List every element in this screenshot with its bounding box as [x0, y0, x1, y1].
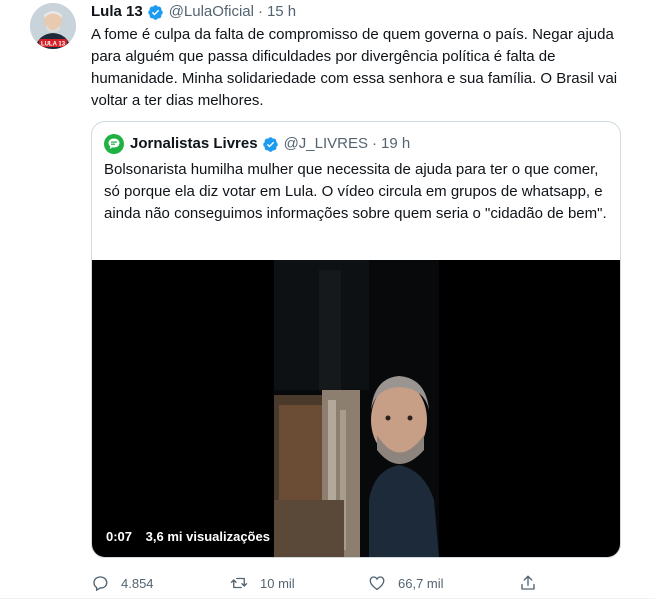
video-elapsed-time: 0:07	[106, 529, 133, 544]
quoted-author-handle[interactable]: @J_LIVRES	[284, 134, 368, 154]
like-button[interactable]: 66,7 mil	[368, 572, 444, 594]
quoted-separator-dot: ·	[372, 135, 378, 152]
heart-icon	[369, 576, 385, 591]
video-frame	[274, 260, 439, 557]
share-icon	[521, 575, 535, 590]
quoted-tweet-time[interactable]: 19 h	[381, 134, 410, 154]
tweet[interactable]: LULA 13 Lula 13 @LulaOficial · 15 h A fo…	[0, 0, 655, 599]
quoted-verified-badge-icon	[262, 136, 278, 152]
retweet-count: 10 mil	[260, 575, 295, 591]
tweet-time[interactable]: 15 h	[267, 2, 296, 22]
retweet-button[interactable]: 10 mil	[230, 572, 295, 594]
avatar-photo: LULA 13	[30, 3, 76, 49]
reply-icon	[93, 576, 108, 592]
author-avatar[interactable]: LULA 13	[30, 3, 76, 49]
quoted-author-name[interactable]: Jornalistas Livres	[130, 134, 258, 154]
video-info: 0:07 3,6 mi visualizações	[106, 529, 270, 544]
like-count: 66,7 mil	[398, 575, 444, 591]
tweet-text: A fome é culpa da falta de compromisso d…	[91, 26, 618, 109]
retweet-icon	[230, 577, 248, 589]
speech-bubble-icon	[108, 138, 120, 149]
avatar-badge-text: LULA 13	[41, 42, 66, 48]
author-name[interactable]: Lula 13	[91, 2, 143, 22]
quoted-tweet-text: Bolsonarista humilha mulher que necessit…	[104, 161, 607, 222]
video-thumbnail	[274, 260, 439, 557]
verified-badge-icon	[147, 4, 163, 20]
author-handle[interactable]: @LulaOficial	[169, 2, 254, 22]
quoted-author-avatar[interactable]	[104, 134, 124, 154]
quoted-tweet[interactable]: Jornalistas Livres @J_LIVRES · 19 h Bols…	[91, 121, 621, 558]
share-button[interactable]	[519, 572, 549, 594]
reply-button[interactable]: 4.854	[91, 572, 154, 594]
tweet-actions: 4.854 10 mil 66,7 mil	[91, 572, 551, 594]
video-view-count: 3,6 mi visualizações	[145, 529, 270, 544]
reply-count: 4.854	[121, 575, 154, 591]
tweet-header: Lula 13 @LulaOficial · 15 h	[91, 2, 296, 22]
video-player[interactable]: 0:07 3,6 mi visualizações	[92, 260, 620, 557]
quoted-tweet-header: Jornalistas Livres @J_LIVRES · 19 h	[104, 134, 410, 154]
separator-dot: ·	[257, 3, 263, 20]
